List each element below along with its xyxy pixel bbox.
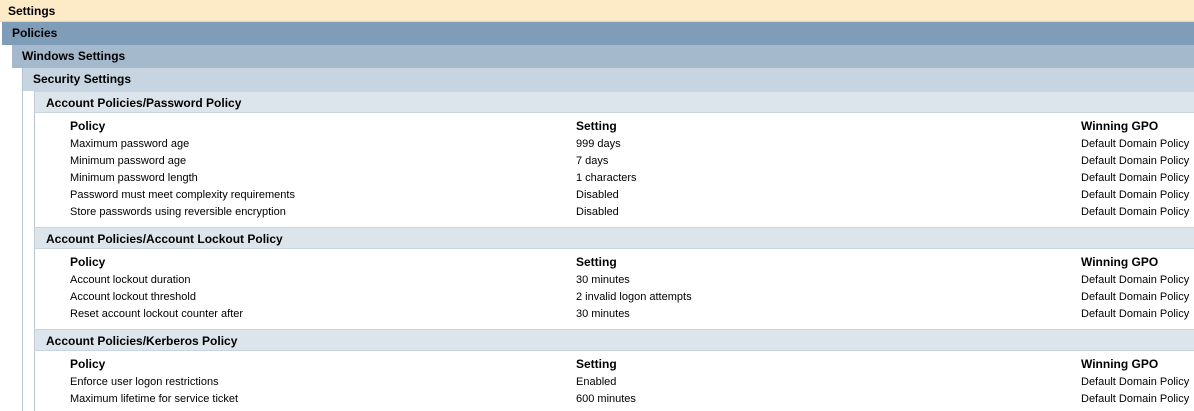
table-header-row: Policy Setting Winning GPO <box>70 355 1194 374</box>
winning-gpo: Default Domain Policy <box>1081 206 1190 218</box>
table-header-row: Policy Setting Winning GPO <box>70 117 1194 136</box>
tree-guide-line <box>34 113 35 411</box>
table-row: Maximum lifetime for service ticket 600 … <box>70 391 1194 408</box>
policy-name: Reset account lockout counter after <box>70 308 244 320</box>
table-row: Maximum password age 999 days Default Do… <box>70 136 1194 153</box>
policies-header[interactable]: Policies <box>2 22 1194 45</box>
section-header-kerberos-policy[interactable]: Account Policies/Kerberos Policy <box>34 329 1194 351</box>
kerberos-policy-table: Policy Setting Winning GPO Enforce user … <box>70 355 1194 408</box>
policy-name: Maximum lifetime for service ticket <box>70 393 239 405</box>
table-row: Store passwords using reversible encrypt… <box>70 204 1194 221</box>
column-header-setting: Setting <box>576 119 617 133</box>
table-row: Reset account lockout counter after 30 m… <box>70 306 1194 323</box>
column-header-winning-gpo: Winning GPO <box>1081 357 1159 371</box>
winning-gpo: Default Domain Policy <box>1081 172 1190 184</box>
winning-gpo: Default Domain Policy <box>1081 376 1190 388</box>
winning-gpo: Default Domain Policy <box>1081 274 1190 286</box>
table-row: Password must meet complexity requiremen… <box>70 187 1194 204</box>
policy-setting: 7 days <box>576 155 609 167</box>
column-header-policy: Policy <box>70 255 106 269</box>
policy-setting: 2 invalid logon attempts <box>576 291 692 303</box>
settings-header[interactable]: Settings <box>0 0 1194 22</box>
windows-settings-header[interactable]: Windows Settings <box>12 45 1194 68</box>
winning-gpo: Default Domain Policy <box>1081 138 1190 150</box>
column-header-winning-gpo: Winning GPO <box>1081 119 1159 133</box>
policy-name: Account lockout duration <box>70 274 191 286</box>
winning-gpo: Default Domain Policy <box>1081 155 1190 167</box>
policy-setting: 30 minutes <box>576 274 630 286</box>
winning-gpo: Default Domain Policy <box>1081 393 1190 405</box>
table-header-row: Policy Setting Winning GPO <box>70 253 1194 272</box>
policy-name: Password must meet complexity requiremen… <box>70 189 295 201</box>
winning-gpo: Default Domain Policy <box>1081 291 1190 303</box>
column-header-setting: Setting <box>576 357 617 371</box>
table-row: Account lockout threshold 2 invalid logo… <box>70 289 1194 306</box>
column-header-policy: Policy <box>70 357 106 371</box>
winning-gpo: Default Domain Policy <box>1081 308 1190 320</box>
table-row: Minimum password age 7 days Default Doma… <box>70 153 1194 170</box>
policy-setting: 1 characters <box>576 172 637 184</box>
policy-setting: Enabled <box>576 376 617 388</box>
policy-setting: 999 days <box>576 138 621 150</box>
account-lockout-policy-table: Policy Setting Winning GPO Account locko… <box>70 253 1194 323</box>
policy-name: Minimum password age <box>70 155 187 167</box>
table-row: Account lockout duration 30 minutes Defa… <box>70 272 1194 289</box>
column-header-winning-gpo: Winning GPO <box>1081 255 1159 269</box>
policy-name: Minimum password length <box>70 172 198 184</box>
policy-setting: Disabled <box>576 189 619 201</box>
policy-setting: Disabled <box>576 206 619 218</box>
policy-setting: 600 minutes <box>576 393 636 405</box>
column-header-policy: Policy <box>70 119 106 133</box>
policy-name: Store passwords using reversible encrypt… <box>70 206 286 218</box>
section-header-account-lockout-policy[interactable]: Account Policies/Account Lockout Policy <box>34 227 1194 249</box>
table-row: Minimum password length 1 characters Def… <box>70 170 1194 187</box>
tree-guide-line <box>22 91 23 411</box>
table-row: Enforce user logon restrictions Enabled … <box>70 374 1194 391</box>
policy-name: Enforce user logon restrictions <box>70 376 219 388</box>
policy-name: Maximum password age <box>70 138 190 150</box>
column-header-setting: Setting <box>576 255 617 269</box>
policy-setting: 30 minutes <box>576 308 630 320</box>
policy-name: Account lockout threshold <box>70 291 196 303</box>
section-header-password-policy[interactable]: Account Policies/Password Policy <box>34 91 1194 113</box>
password-policy-table: Policy Setting Winning GPO Maximum passw… <box>70 117 1194 221</box>
winning-gpo: Default Domain Policy <box>1081 189 1190 201</box>
security-settings-header[interactable]: Security Settings <box>22 68 1194 91</box>
